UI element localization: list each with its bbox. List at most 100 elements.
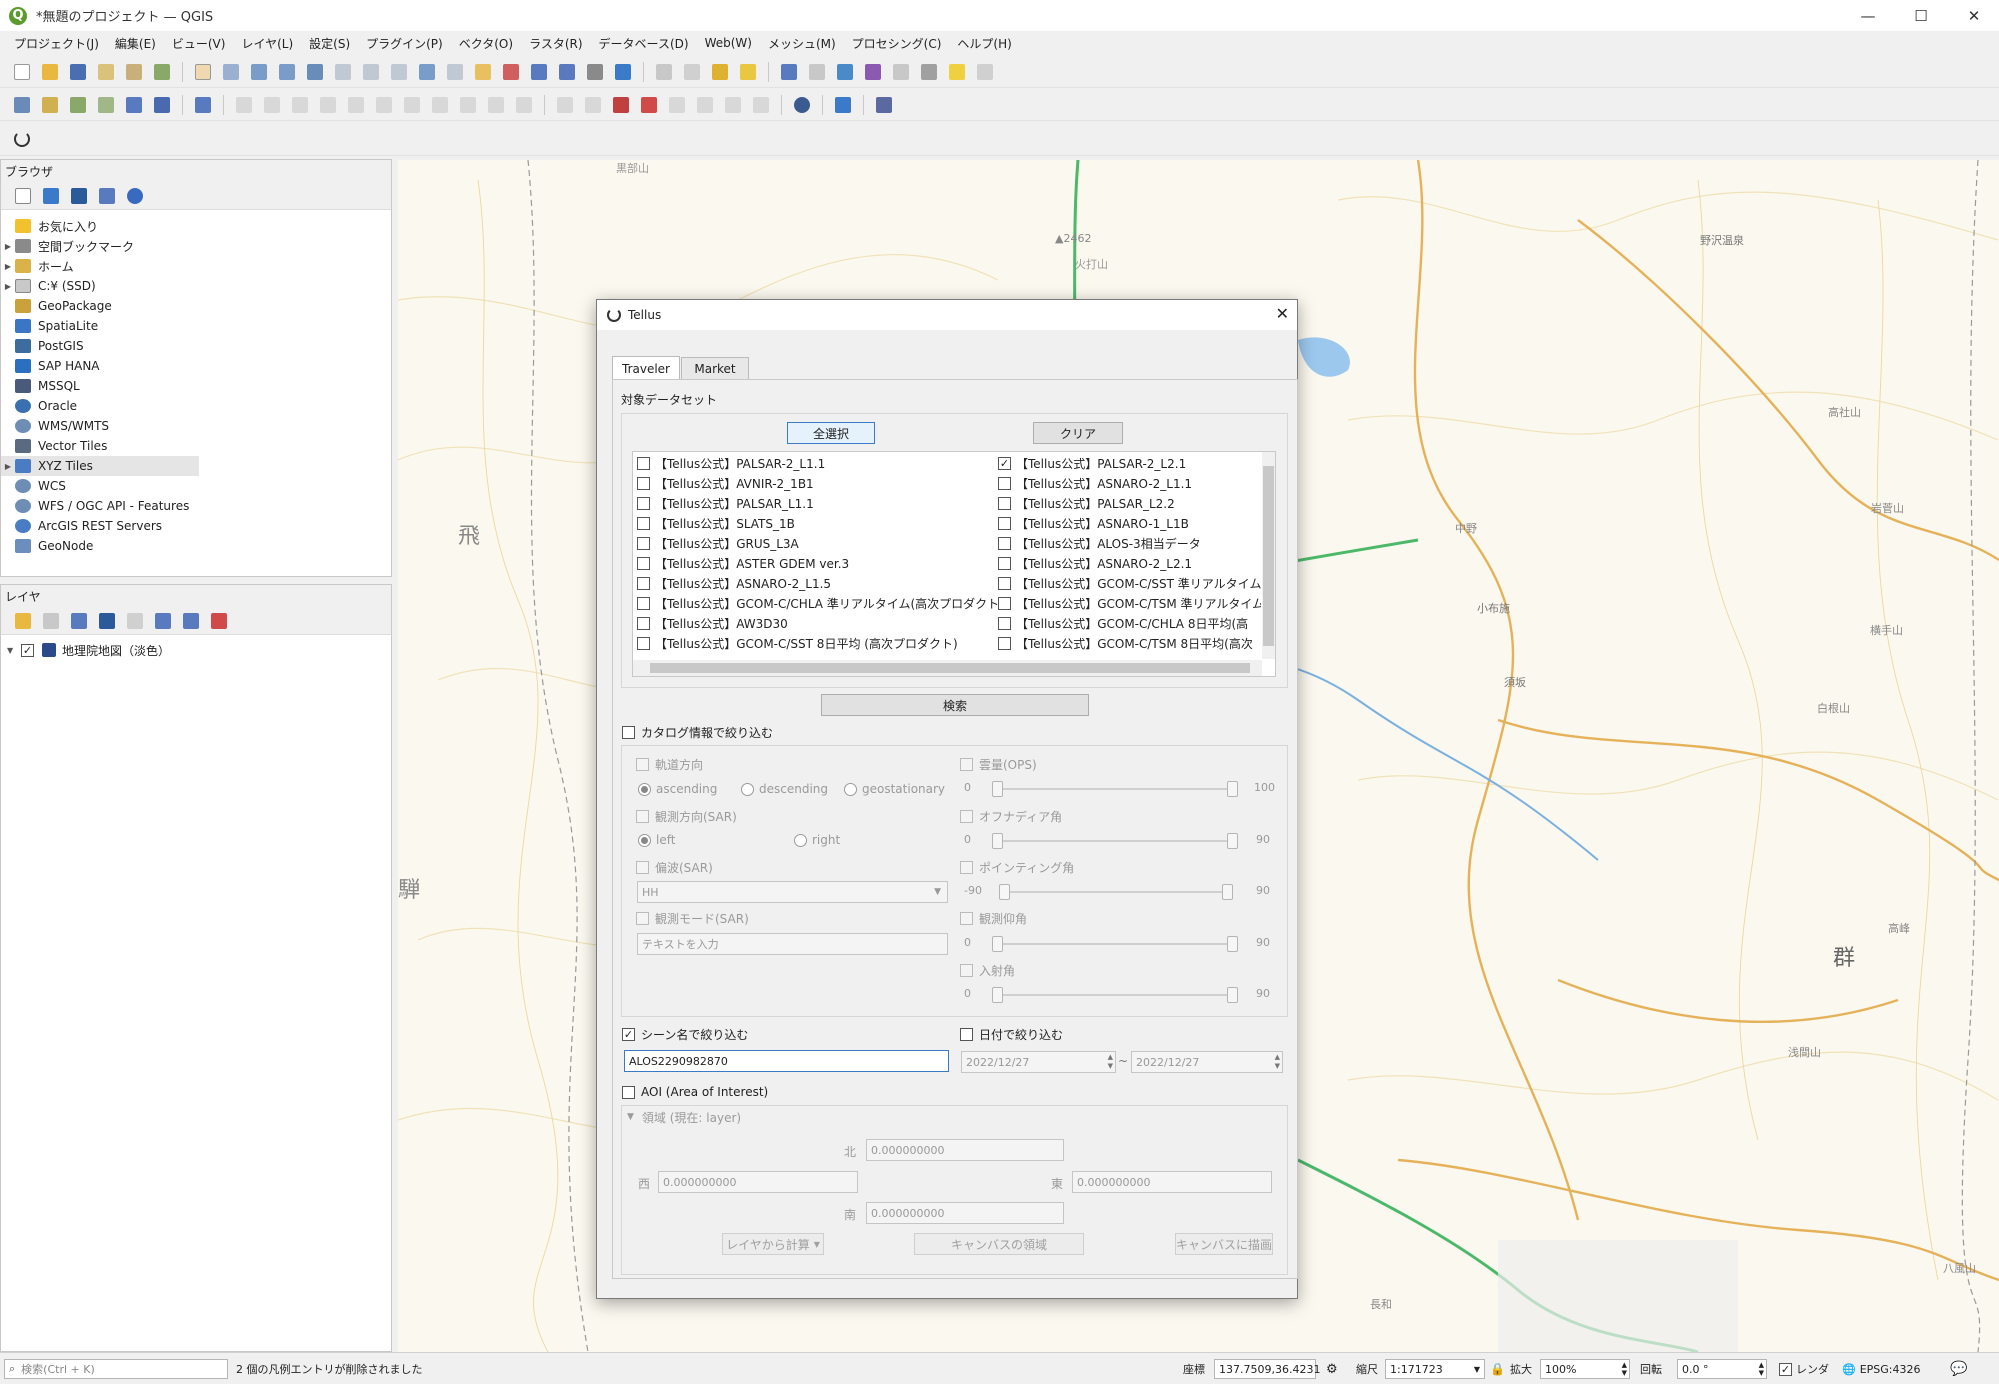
dataset-item[interactable]: 【Tellus公式】PALSAR_L1.1	[637, 493, 814, 513]
dataset-item[interactable]: 【Tellus公式】AW3D30	[637, 613, 788, 633]
dataset-item[interactable]: 【Tellus公式】GCOM-C/SST 8日平均 (高次プロダクト)	[637, 633, 958, 653]
zoom-next-icon[interactable]	[447, 63, 463, 80]
add-feature-icon[interactable]	[320, 96, 336, 113]
date-from-input[interactable]: 2022/12/27 ▲ ▼	[961, 1051, 1116, 1073]
date-filter-checkbox[interactable]	[960, 1027, 973, 1041]
new-3d-view-icon[interactable]	[503, 63, 519, 80]
rotation-input[interactable]: 0.0 ° ▲ ▼	[1677, 1359, 1767, 1379]
locator-search-input[interactable]: ⌕ 検索(Ctrl + K)	[4, 1359, 228, 1379]
identify-icon[interactable]	[781, 63, 797, 80]
label-pin-icon[interactable]	[585, 96, 601, 113]
undo-icon[interactable]	[488, 96, 504, 113]
select-value-icon[interactable]	[684, 63, 700, 80]
add-selected-layers-icon[interactable]	[15, 187, 31, 204]
spinner-icon[interactable]: ▲ ▼	[1759, 1361, 1764, 1377]
browser-item-geopackage[interactable]: GeoPackage	[1, 296, 199, 316]
attribute-table-icon[interactable]	[809, 63, 825, 80]
browser-item-wms[interactable]: WMS/WMTS	[1, 416, 199, 436]
select-features-icon[interactable]	[656, 63, 672, 80]
orbit-descending-radio[interactable]: descending	[741, 779, 828, 799]
browser-item-wcs[interactable]: WCS	[1, 476, 199, 496]
aoi-checkbox[interactable]	[622, 1085, 635, 1099]
date-spinner-icon[interactable]: ▲ ▼	[1108, 1053, 1113, 1071]
menu-raster[interactable]: ラスタ(R)	[521, 35, 590, 52]
scene-name-input[interactable]: ALOS2290982870	[624, 1050, 949, 1072]
dialog-close-button[interactable]: ✕	[1276, 304, 1289, 323]
plugin-manager-icon[interactable]	[876, 96, 892, 113]
current-edits-icon[interactable]	[195, 96, 211, 113]
menu-help[interactable]: ヘルプ(H)	[949, 35, 1019, 52]
east-input[interactable]: 0.000000000	[1072, 1171, 1272, 1193]
new-map-view-icon[interactable]	[475, 63, 491, 80]
expand-arrow-icon[interactable]: ▼	[7, 646, 21, 655]
spinner-icon[interactable]: ▲ ▼	[1622, 1361, 1627, 1377]
field-calc-icon[interactable]	[740, 63, 756, 80]
lock-scale-icon[interactable]: 🔒	[1490, 1359, 1505, 1379]
open-table-icon[interactable]	[893, 63, 909, 80]
dataset-item[interactable]: 【Tellus公式】ASTER GDEM ver.3	[637, 553, 849, 573]
style-layer-icon[interactable]	[15, 612, 31, 629]
messages-icon[interactable]: 💬	[1950, 1359, 1967, 1379]
clear-button[interactable]: クリア	[1033, 422, 1123, 444]
new-virtual-layer-icon[interactable]	[154, 96, 170, 113]
toggle-editing-icon[interactable]	[236, 96, 252, 113]
zoom-selection-icon[interactable]	[335, 63, 351, 80]
menu-plugins[interactable]: プラグイン(P)	[358, 35, 451, 52]
dataset-item[interactable]: 【Tellus公式】GCOM-C/CHLA 8日平均(高	[998, 613, 1248, 633]
magnifier-input[interactable]: 100% ▲ ▼	[1540, 1359, 1630, 1379]
new-spatialite-icon[interactable]	[98, 96, 114, 113]
save-edits-icon[interactable]	[292, 96, 308, 113]
label-show-icon[interactable]	[641, 96, 657, 113]
browser-item-wfs[interactable]: WFS / OGC API - Features	[1, 496, 199, 516]
menu-view[interactable]: ビュー(V)	[164, 35, 234, 52]
filter-icon[interactable]	[71, 187, 87, 204]
temporal-controller-icon[interactable]	[587, 63, 603, 80]
add-group-icon[interactable]	[43, 612, 59, 629]
coordinate-input[interactable]: 137.7509,36.4231	[1214, 1359, 1320, 1379]
browser-item-oracle[interactable]: Oracle	[1, 396, 199, 416]
browser-item-spatial-bookmarks[interactable]: ▶ 空間ブックマーク	[1, 236, 199, 256]
expand-all-icon[interactable]	[155, 612, 171, 629]
pointing-filter[interactable]: ポインティング角	[960, 857, 1074, 877]
collapse-all-icon[interactable]	[99, 187, 115, 204]
dataset-item[interactable]: 【Tellus公式】GCOM-C/TSM 8日平均(高次	[998, 633, 1253, 653]
mouse-coords-toggle-icon[interactable]: ⚙	[1326, 1359, 1338, 1379]
browser-item-xyz-tiles[interactable]: ▶ XYZ Tiles	[1, 456, 199, 476]
dataset-item[interactable]: 【Tellus公式】ASNARO-2_L2.1	[998, 553, 1192, 573]
zoom-native-icon[interactable]	[391, 63, 407, 80]
label-rotate-icon[interactable]	[697, 96, 713, 113]
dataset-item[interactable]: 【Tellus公式】SLATS_1B	[637, 513, 795, 533]
dataset-item[interactable]: 【Tellus公式】PALSAR-2_L1.1	[637, 453, 825, 473]
label-move-icon[interactable]	[669, 96, 685, 113]
west-input[interactable]: 0.000000000	[658, 1171, 858, 1193]
layer-visibility-checkbox[interactable]: ✓	[21, 643, 34, 657]
style-manager-icon[interactable]	[154, 63, 170, 80]
orbit-ascending-radio[interactable]: ascending	[638, 779, 717, 799]
tellus-globe-icon[interactable]	[794, 96, 810, 113]
off-nadir-slider[interactable]	[992, 832, 1238, 850]
observation-mode-filter[interactable]: 観測モード(SAR)	[636, 908, 749, 928]
render-toggle[interactable]: ✓ レンダ	[1779, 1359, 1829, 1379]
dataset-item[interactable]: 【Tellus公式】ASNARO-2_L1.5	[637, 573, 831, 593]
new-shapefile-icon[interactable]	[70, 96, 86, 113]
label-highlight-icon[interactable]	[613, 96, 629, 113]
dataset-item[interactable]: 【Tellus公式】PALSAR_L2.2	[998, 493, 1175, 513]
menu-layer[interactable]: レイヤ(L)	[233, 35, 301, 52]
menu-mesh[interactable]: メッシュ(M)	[760, 35, 844, 52]
dataset-item[interactable]: 【Tellus公式】ASNARO-2_L1.1	[998, 473, 1192, 493]
label-tool-icon[interactable]	[557, 96, 573, 113]
new-project-icon[interactable]	[14, 63, 30, 80]
dataset-item[interactable]: 【Tellus公式】GCOM-C/TSM 準リアルタイム(	[998, 593, 1261, 613]
python-console-icon[interactable]	[835, 96, 851, 113]
dataset-item[interactable]: 【Tellus公式】GCOM-C/SST 準リアルタイム(	[998, 573, 1261, 593]
remove-layer-icon[interactable]	[211, 612, 227, 629]
browser-item-spatialite[interactable]: SpatiaLite	[1, 316, 199, 336]
dataset-item[interactable]: 【Tellus公式】GCOM-C/CHLA 準リアルタイム(高次プロダクト)	[637, 593, 1004, 613]
show-bookmarks-icon[interactable]	[559, 63, 575, 80]
browser-item-home[interactable]: ▶ ホーム	[1, 256, 199, 276]
north-input[interactable]: 0.000000000	[866, 1139, 1064, 1161]
orbit-geostationary-radio[interactable]: geostationary	[844, 779, 945, 799]
menu-web[interactable]: Web(W)	[697, 36, 760, 50]
label-props-icon[interactable]	[753, 96, 769, 113]
elevation-filter[interactable]: 観測仰角	[960, 908, 1027, 928]
